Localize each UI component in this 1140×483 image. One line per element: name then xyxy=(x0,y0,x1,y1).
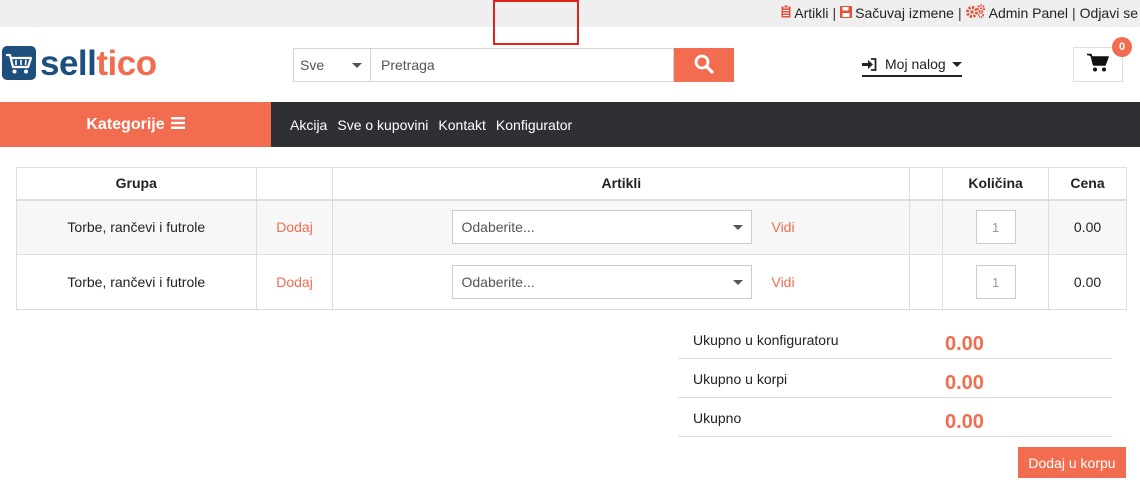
column-header-quantity: Količina xyxy=(942,167,1050,201)
total-row-cart: Ukupno u korpi 0.00 xyxy=(678,359,1112,398)
odjavi-label: Odjavi se xyxy=(1079,4,1138,21)
hamburger-icon xyxy=(170,116,185,134)
shopping-cart-icon xyxy=(1087,53,1109,76)
clipboard-icon xyxy=(781,4,791,21)
total-value: 0.00 xyxy=(945,333,984,355)
caret-down-icon xyxy=(733,279,744,285)
category-select-value: Sve xyxy=(300,57,325,73)
article-select[interactable]: Odaberite... xyxy=(452,265,753,299)
quantity-input[interactable]: 1 xyxy=(975,210,1016,245)
admin-panel-link[interactable]: Admin Panel xyxy=(965,4,1068,21)
totals-panel: Ukupno u konfiguratoru 0.00 Ukupno u kor… xyxy=(678,320,1112,437)
highlight-box xyxy=(493,0,579,45)
logo-text-sell: sell xyxy=(40,44,97,83)
article-select-value: Odaberite... xyxy=(461,274,535,290)
total-row-grand: Ukupno 0.00 xyxy=(678,398,1112,437)
caret-down-icon xyxy=(951,61,962,67)
floppy-disk-icon xyxy=(840,5,853,21)
extra-cell xyxy=(909,199,944,255)
vidi-link[interactable]: Vidi xyxy=(771,274,794,290)
total-label: Ukupno xyxy=(693,410,742,426)
sacuvaj-link[interactable]: Sačuvaj izmene xyxy=(840,5,954,21)
search-icon xyxy=(694,54,714,77)
group-cell: Torbe, rančevi i futrole xyxy=(16,254,257,310)
caret-down-icon xyxy=(352,62,362,68)
search-input[interactable] xyxy=(370,48,674,82)
total-label: Ukupno u korpi xyxy=(693,371,788,387)
column-header-add xyxy=(255,167,334,201)
column-header-group: Grupa xyxy=(16,167,257,201)
quantity-cell: 1 xyxy=(942,254,1050,310)
caret-down-icon xyxy=(733,224,744,230)
cogs-icon xyxy=(965,4,986,21)
quantity-input[interactable]: 1 xyxy=(975,265,1016,299)
search-bar: Sve xyxy=(293,48,734,82)
articles-cell: Odaberite... Vidi xyxy=(332,199,911,255)
article-select-value: Odaberite... xyxy=(461,219,535,236)
total-label: Ukupno u konfiguratoru xyxy=(693,332,839,348)
column-header-extra xyxy=(909,167,944,201)
sign-in-icon xyxy=(862,57,877,71)
configurator-table: Grupa Artikli Količina Cena Torbe, ranče… xyxy=(16,167,1127,310)
extra-cell xyxy=(909,254,944,310)
add-cell: Dodaj xyxy=(255,254,334,310)
search-button[interactable] xyxy=(674,48,734,82)
main-nav: Kategorije Akcija Sve o kupovini Kontakt… xyxy=(0,102,1140,147)
nav-item-kontakt[interactable]: Kontakt xyxy=(438,117,485,133)
account-dropdown[interactable]: Moj nalog xyxy=(862,55,962,77)
top-links: Artikli | Sačuvaj izmene | Admin Panel |… xyxy=(781,4,1138,21)
logo-text: selltico xyxy=(40,45,157,83)
cart-count-badge: 0 xyxy=(1112,37,1132,57)
admin-panel-label: Admin Panel xyxy=(988,4,1068,21)
vidi-link[interactable]: Vidi xyxy=(771,219,794,235)
articles-cell: Odaberite... Vidi xyxy=(332,254,911,310)
dodaj-link[interactable]: Dodaj xyxy=(276,219,313,235)
dodaj-link[interactable]: Dodaj xyxy=(276,274,313,290)
add-to-cart-button[interactable]: Dodaj u korpu xyxy=(1018,447,1126,478)
categories-button[interactable]: Kategorije xyxy=(0,102,271,147)
nav-item-konfigurator[interactable]: Konfigurator xyxy=(496,117,572,133)
quantity-cell: 1 xyxy=(942,199,1050,255)
nav-links: Akcija Sve o kupovini Kontakt Konfigurat… xyxy=(290,102,582,147)
nav-item-akcija[interactable]: Akcija xyxy=(290,117,327,133)
odjavi-link[interactable]: Odjavi se xyxy=(1080,5,1138,21)
account-label: Moj nalog xyxy=(885,56,946,72)
price-cell: 0.00 xyxy=(1048,199,1127,255)
total-value: 0.00 xyxy=(945,411,984,433)
artikli-label: Artikli xyxy=(794,4,829,21)
cart-logo-icon xyxy=(2,45,36,83)
logo[interactable]: selltico xyxy=(2,45,157,83)
artikli-link[interactable]: Artikli xyxy=(781,4,829,21)
category-select[interactable]: Sve xyxy=(293,48,370,82)
table-header-row: Grupa Artikli Količina Cena xyxy=(16,167,1127,201)
categories-label: Kategorije xyxy=(86,115,165,133)
group-cell: Torbe, rančevi i futrole xyxy=(16,199,257,255)
separator: | xyxy=(1072,4,1076,21)
column-header-price: Cena xyxy=(1048,167,1127,201)
article-select[interactable]: Odaberite... xyxy=(452,210,753,245)
total-row-configurator: Ukupno u konfiguratoru 0.00 xyxy=(678,320,1112,359)
separator: | xyxy=(957,4,962,21)
table-row: Torbe, rančevi i futrole Dodaj Odaberite… xyxy=(16,199,1127,255)
add-cell: Dodaj xyxy=(255,199,334,255)
logo-text-tico: tico xyxy=(96,44,157,83)
price-cell: 0.00 xyxy=(1048,254,1127,310)
total-value: 0.00 xyxy=(945,372,984,394)
column-header-articles: Artikli xyxy=(332,167,911,201)
sacuvaj-label: Sačuvaj izmene xyxy=(855,4,954,21)
table-row: Torbe, rančevi i futrole Dodaj Odaberite… xyxy=(16,254,1127,310)
separator: | xyxy=(832,4,837,21)
nav-item-sve-o-kupovini[interactable]: Sve o kupovini xyxy=(337,117,428,133)
